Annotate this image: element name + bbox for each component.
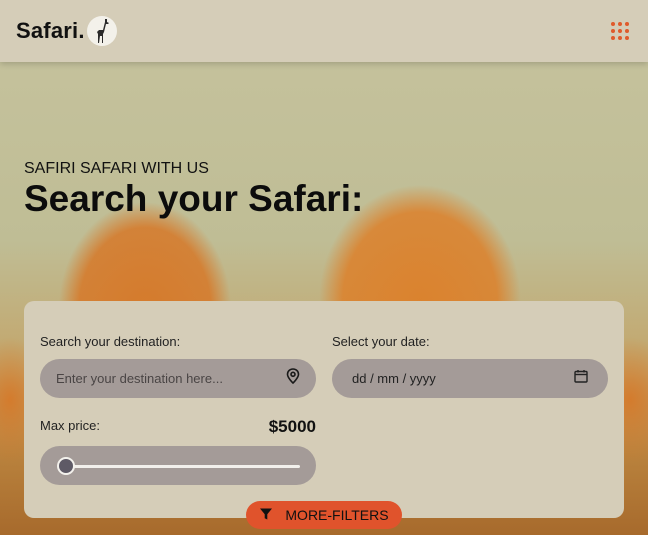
date-input[interactable]: dd / mm / yyyy xyxy=(352,371,436,386)
slider-track[interactable] xyxy=(66,465,300,468)
destination-field[interactable] xyxy=(40,359,316,398)
date-field[interactable]: dd / mm / yyyy xyxy=(332,359,608,398)
more-filters-button[interactable]: MORE-FILTERS xyxy=(246,501,402,529)
calendar-icon[interactable] xyxy=(574,369,588,388)
destination-label: Search your destination: xyxy=(40,334,181,349)
price-value: $5000 xyxy=(268,417,316,436)
location-pin-icon[interactable] xyxy=(286,368,300,389)
date-label: Select your date: xyxy=(332,334,430,349)
price-slider[interactable] xyxy=(40,446,316,485)
hero-eyebrow: SAFIRI SAFARI WITH US xyxy=(24,160,209,177)
filter-funnel-icon xyxy=(259,507,273,524)
destination-input[interactable] xyxy=(56,371,256,386)
grid-menu-icon[interactable] xyxy=(608,19,632,43)
page-title: Search your Safari: xyxy=(24,178,364,219)
logo-text: Safari. xyxy=(16,18,85,43)
header: Safari. xyxy=(0,0,648,62)
search-panel: Search your destination: Select your dat… xyxy=(24,301,624,518)
giraffe-icon xyxy=(86,16,117,46)
logo[interactable]: Safari. xyxy=(16,16,117,46)
more-filters-label: MORE-FILTERS xyxy=(285,507,389,523)
price-label: Max price: xyxy=(40,418,100,433)
slider-thumb[interactable] xyxy=(57,457,75,475)
